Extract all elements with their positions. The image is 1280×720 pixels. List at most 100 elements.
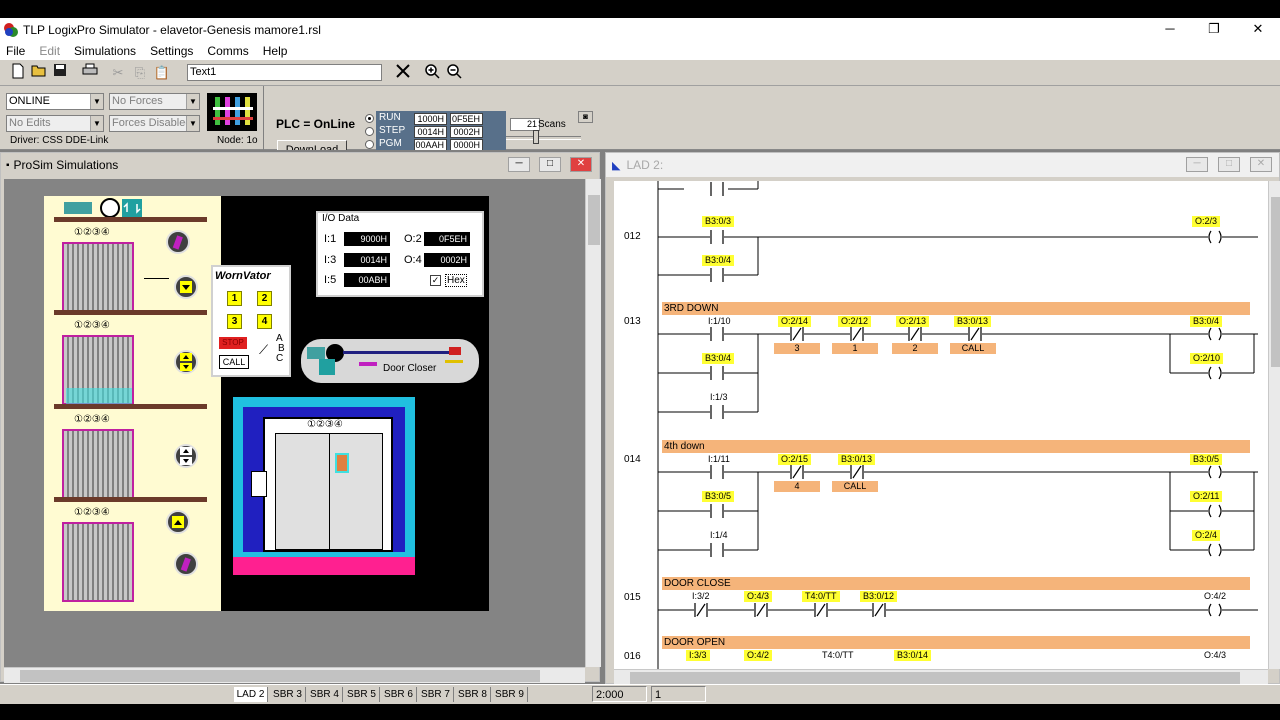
tab-sbr6[interactable]: SBR 6 (381, 687, 417, 702)
car-key-1[interactable]: 1 (227, 291, 242, 306)
car-key-4[interactable]: 4 (257, 314, 272, 329)
contact-address[interactable]: B3:0/13 (838, 454, 876, 465)
elevator-shaft-panel: ①②③④ ①②③④ ①②③④ ①②③④ (44, 196, 221, 611)
contact-address[interactable]: B3:0/3 (702, 216, 735, 227)
paste-icon[interactable]: 📋 (152, 63, 172, 82)
tab-sbr3[interactable]: SBR 3 (270, 687, 306, 702)
floor1-call-button[interactable] (174, 552, 198, 576)
instruction-text-field[interactable]: Text1 (187, 64, 382, 81)
coil-address[interactable]: B3:0/5 (1190, 454, 1223, 465)
rung-number: 014 (624, 454, 641, 465)
menu-help[interactable]: Help (256, 44, 295, 58)
contact-address[interactable]: O:2/14 (778, 316, 812, 327)
forces-select[interactable]: No Forces ▼ (109, 93, 200, 110)
key-switch-icon[interactable]: ⟋ (259, 342, 268, 358)
ladder-horizontal-scrollbar[interactable] (614, 669, 1268, 685)
print-icon[interactable] (80, 63, 100, 82)
ladder-maximize-button[interactable]: □ (1218, 157, 1240, 172)
step-radio[interactable] (365, 127, 374, 136)
scan-options-icon[interactable]: ◙ (578, 111, 593, 123)
close-button[interactable]: ✕ (1236, 18, 1280, 41)
forces-state-select[interactable]: Forces Disabled ▼ (109, 115, 200, 132)
run-radio[interactable] (365, 114, 374, 123)
contact-address[interactable]: T4:0/TT (802, 591, 840, 602)
cut-icon[interactable]: ✂ (108, 63, 128, 82)
tab-sbr9[interactable]: SBR 9 (492, 687, 528, 702)
tab-sbr7[interactable]: SBR 7 (418, 687, 454, 702)
tools-icon[interactable] (393, 63, 413, 82)
stop-button[interactable]: STOP (219, 337, 247, 349)
contact-address[interactable]: I:1/11 (708, 454, 730, 464)
floor4-call-button[interactable] (166, 230, 190, 254)
floor-indicator: ①②③④ (74, 320, 110, 331)
copy-icon[interactable]: ⎘ (130, 63, 150, 82)
coil-address[interactable]: O:2/11 (1190, 491, 1223, 502)
contact-address[interactable]: I:1/10 (708, 316, 731, 326)
prosim-minimize-button[interactable]: ─ (508, 157, 530, 172)
coil-address[interactable]: O:2/3 (1192, 216, 1221, 227)
floor4-down-button[interactable] (174, 275, 198, 299)
contact-address[interactable]: I:3/2 (692, 591, 710, 601)
hex-checkbox[interactable]: ✓ (430, 275, 441, 286)
contact-address[interactable]: I:1/4 (710, 530, 728, 540)
prosim-close-button[interactable]: ✕ (570, 157, 592, 172)
minimize-button[interactable]: ─ (1148, 18, 1192, 41)
floor1-up-button[interactable] (166, 510, 190, 534)
menu-edit[interactable]: Edit (32, 44, 67, 58)
prosim-vertical-scrollbar[interactable] (585, 179, 601, 667)
contact-address[interactable]: O:2/15 (778, 454, 812, 465)
open-folder-icon[interactable] (29, 63, 49, 82)
lcd-value: 1000H (414, 113, 447, 125)
tab-sbr4[interactable]: SBR 4 (307, 687, 343, 702)
contact-address[interactable]: I:1/3 (710, 392, 728, 402)
prosim-horizontal-scrollbar[interactable] (4, 667, 585, 683)
coil-address[interactable]: O:4/2 (1204, 591, 1226, 601)
lcd-value: 0014H (414, 126, 447, 138)
floor2-updown-button[interactable] (174, 444, 198, 468)
call-button[interactable]: CALL (219, 355, 249, 369)
contact-address[interactable]: B3:0/12 (860, 591, 898, 602)
coil-address[interactable]: B3:0/4 (1190, 316, 1223, 327)
contact-address[interactable]: O:4/3 (744, 591, 773, 602)
save-icon[interactable] (50, 63, 70, 82)
contact-address[interactable]: B3:0/4 (702, 255, 735, 266)
contact-address[interactable]: T4:0/TT (822, 650, 854, 660)
contact-address[interactable]: B3:0/5 (702, 491, 735, 502)
contact-address[interactable]: B3:0/4 (702, 353, 735, 364)
coil-address[interactable]: O:2/4 (1192, 530, 1221, 541)
car-key-3[interactable]: 3 (227, 314, 242, 329)
tab-lad2[interactable]: LAD 2 (234, 687, 268, 702)
contact-address[interactable]: B3:0/14 (894, 650, 932, 661)
new-file-icon[interactable] (8, 63, 28, 82)
car-key-2[interactable]: 2 (257, 291, 272, 306)
mode-select[interactable]: ONLINE ▼ (6, 93, 104, 110)
zoom-out-icon[interactable] (444, 63, 464, 82)
contact-address[interactable]: B3:0/13 (954, 316, 992, 327)
contact-address[interactable]: O:4/2 (744, 650, 773, 661)
tab-sbr5[interactable]: SBR 5 (344, 687, 380, 702)
contact-address[interactable]: O:2/12 (838, 316, 872, 327)
coil-address[interactable]: O:2/10 (1190, 353, 1224, 364)
tab-sbr8[interactable]: SBR 8 (455, 687, 491, 702)
restore-button[interactable]: ❐ (1192, 18, 1236, 41)
floor3-updown-button[interactable] (174, 350, 198, 374)
chevron-down-icon: ▼ (90, 116, 103, 131)
coil-address[interactable]: O:4/3 (1204, 650, 1226, 660)
scan-slider-track[interactable] (506, 136, 581, 140)
ladder-vertical-scrollbar[interactable] (1268, 181, 1280, 669)
contact-address[interactable]: I:3/3 (686, 650, 710, 661)
menu-file[interactable]: File (0, 44, 32, 58)
scan-slider-thumb[interactable] (533, 130, 539, 144)
menu-simulations[interactable]: Simulations (67, 44, 143, 58)
pgm-radio[interactable] (365, 140, 374, 149)
menu-comms[interactable]: Comms (200, 44, 255, 58)
edits-select[interactable]: No Edits ▼ (6, 115, 104, 132)
menu-settings[interactable]: Settings (143, 44, 200, 58)
ladder-close-button[interactable]: ✕ (1250, 157, 1272, 172)
prosim-maximize-button[interactable]: □ (539, 157, 561, 172)
ladder-minimize-button[interactable]: ─ (1186, 157, 1208, 172)
prosim-title: ProSim Simulations (13, 158, 119, 172)
floor-beam (54, 217, 207, 222)
contact-address[interactable]: O:2/13 (896, 316, 930, 327)
zoom-in-icon[interactable] (422, 63, 442, 82)
